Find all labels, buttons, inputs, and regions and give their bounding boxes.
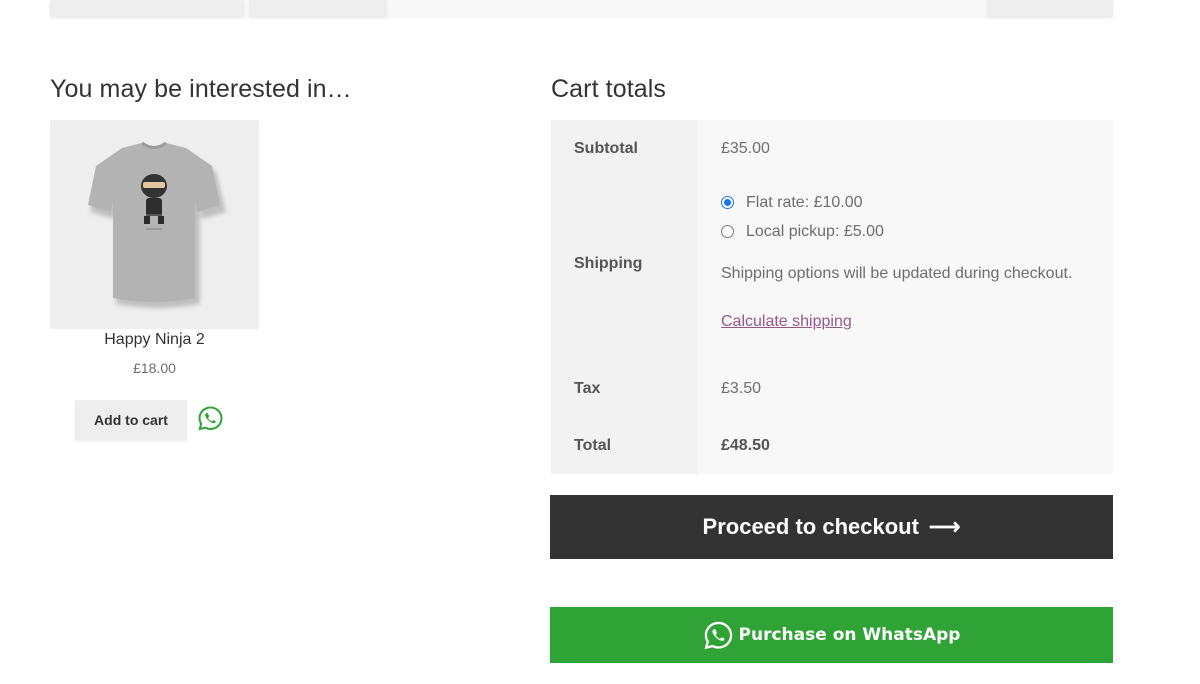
apply-coupon-button[interactable] <box>249 0 387 16</box>
cart-totals-heading: Cart totals <box>551 75 667 103</box>
tax-row: Tax £3.50 <box>551 360 1113 417</box>
shipping-note: Shipping options will be updated during … <box>721 265 1073 282</box>
shipping-options-cell: Flat rate: £10.00 Local pickup: £5.00 Sh… <box>698 177 1113 360</box>
arrow-right-icon: ⟶ <box>928 514 961 539</box>
shipping-option-flat-rate[interactable]: Flat rate: £10.00 <box>721 188 1113 217</box>
related-products-heading: You may be interested in… <box>50 75 352 103</box>
cart-actions-bar <box>50 0 1113 16</box>
cart-page: You may be interested in… Happy Ninja 2 … <box>0 0 1200 684</box>
product-price: £18.00 <box>133 360 176 376</box>
tax-label: Tax <box>551 360 698 417</box>
local-pickup-radio[interactable] <box>721 225 734 238</box>
shipping-label: Shipping <box>574 255 643 272</box>
flat-rate-radio[interactable] <box>721 196 734 209</box>
cart-totals-table: Subtotal £35.00 Shipping Flat rate: £10.… <box>551 120 1113 474</box>
total-label: Total <box>551 417 698 474</box>
subtotal-label: Subtotal <box>551 120 698 177</box>
purchase-on-whatsapp-button[interactable]: Purchase on WhatsApp <box>550 607 1113 663</box>
product-image[interactable] <box>50 120 259 329</box>
update-cart-button[interactable] <box>987 0 1113 16</box>
add-to-cart-button[interactable]: Add to cart <box>75 400 187 440</box>
shipping-options: Flat rate: £10.00 Local pickup: £5.00 Sh… <box>721 177 1113 332</box>
checkout-label: Proceed to checkout <box>702 514 919 539</box>
tshirt-image <box>88 141 226 308</box>
shipping-row: Shipping Flat rate: £10.00 Local pickup:… <box>551 177 1113 360</box>
whatsapp-label: Purchase on WhatsApp <box>738 625 961 645</box>
local-pickup-label[interactable]: Local pickup: £5.00 <box>746 223 884 241</box>
shipping-label-cell: Shipping <box>551 177 698 360</box>
total-value: £48.50 <box>698 417 1113 474</box>
shipping-option-local-pickup[interactable]: Local pickup: £5.00 <box>721 217 1113 246</box>
tax-value: £3.50 <box>698 360 1113 417</box>
subtotal-value: £35.00 <box>698 120 1113 177</box>
calculate-shipping-link[interactable]: Calculate shipping <box>721 312 852 332</box>
coupon-field[interactable] <box>50 0 244 16</box>
total-row: Total £48.50 <box>551 417 1113 474</box>
product-name[interactable]: Happy Ninja 2 <box>50 331 259 349</box>
proceed-to-checkout-button[interactable]: Proceed to checkout ⟶ <box>550 495 1113 559</box>
whatsapp-icon <box>704 621 732 649</box>
flat-rate-label[interactable]: Flat rate: £10.00 <box>746 194 863 212</box>
whatsapp-icon[interactable] <box>197 405 224 432</box>
subtotal-row: Subtotal £35.00 <box>551 120 1113 177</box>
